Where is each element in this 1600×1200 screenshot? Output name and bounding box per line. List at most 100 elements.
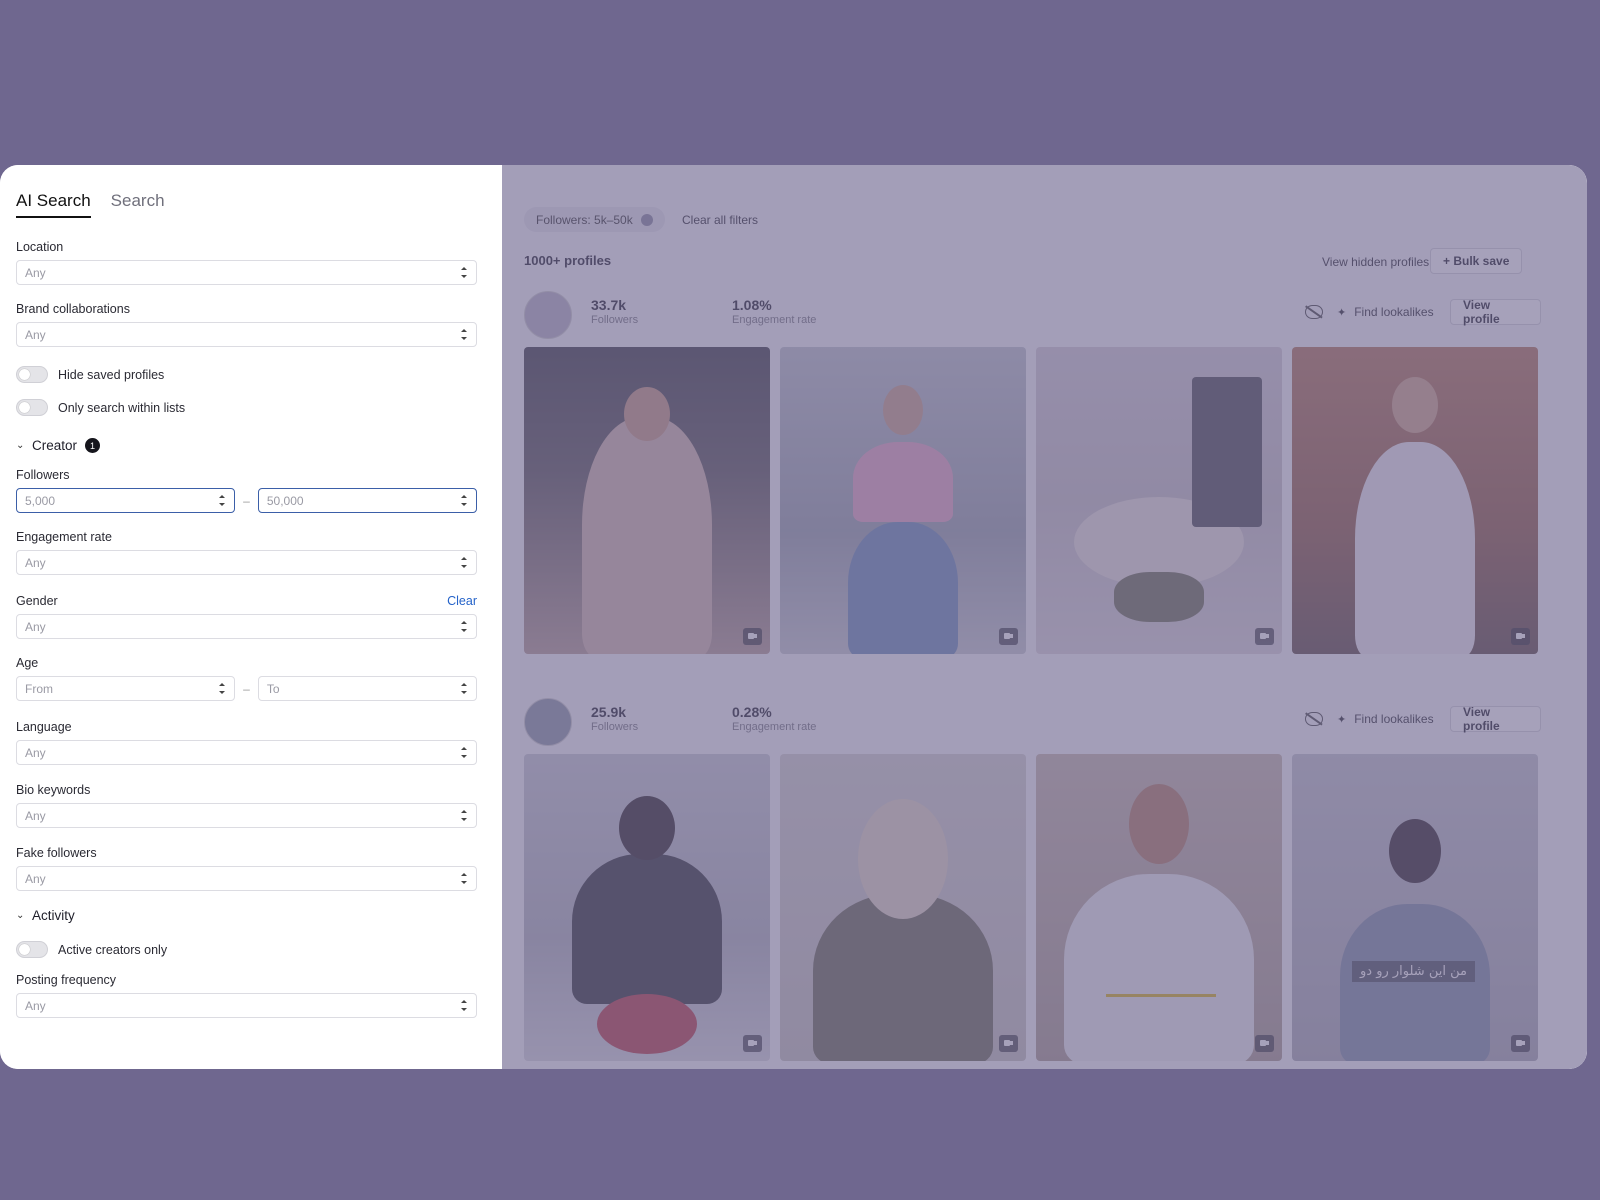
bio-label: Bio keywords — [16, 783, 91, 797]
gender-select[interactable]: Any — [16, 614, 477, 639]
person-head — [1392, 377, 1438, 433]
find-lookalikes-label: Find lookalikes — [1354, 305, 1434, 319]
followers-filter-chip: Followers: 5k–50k — [524, 207, 665, 232]
post-thumbnail[interactable]: من این شلوار رو دو — [1292, 754, 1538, 1061]
person-sweater — [1340, 904, 1490, 1061]
post-thumbnail[interactable] — [524, 754, 770, 1061]
gender-clear-link[interactable]: Clear — [447, 594, 477, 608]
avatar[interactable] — [524, 698, 572, 746]
video-icon — [999, 1035, 1018, 1052]
engagement-label: Engagement rate — [16, 530, 112, 544]
post-thumbnail[interactable] — [1036, 754, 1282, 1061]
brand-label: Brand collaborations — [16, 302, 130, 316]
engagement-stat: 0.28% Engagement rate — [732, 704, 816, 733]
creator-section-header[interactable]: ⌄ Creator 1 — [16, 438, 101, 453]
post-grid — [524, 347, 1538, 654]
sparkle-icon: ✦ — [1337, 713, 1347, 726]
fake-followers-filter: Fake followers Any — [16, 846, 477, 891]
language-select[interactable]: Any — [16, 740, 477, 765]
results-panel: Followers: 5k–50k Clear all filters 1000… — [502, 165, 1587, 1069]
hide-profile-eye-off-icon[interactable] — [1305, 712, 1323, 726]
only-lists-row: Only search within lists — [16, 399, 185, 416]
activity-section-header[interactable]: ⌄ Activity — [16, 908, 75, 923]
gender-filter: Gender Clear Any — [16, 594, 477, 639]
view-hidden-profiles-link[interactable]: View hidden profiles — [1322, 255, 1429, 269]
followers-stat: 25.9k Followers — [591, 704, 638, 733]
progress-line — [1106, 994, 1216, 997]
language-label: Language — [16, 720, 72, 734]
post-thumbnail[interactable] — [780, 754, 1026, 1061]
sort-caret-icon — [460, 557, 468, 568]
range-dash: – — [243, 493, 250, 508]
sort-caret-icon — [218, 683, 226, 694]
view-profile-button[interactable]: View profile — [1450, 298, 1541, 326]
post-thumbnail[interactable] — [1036, 347, 1282, 654]
profile-card: 25.9k Followers 0.28% Engagement rate ✦ … — [524, 698, 1541, 1068]
creator-filter-count-badge: 1 — [85, 438, 101, 453]
remove-chip-icon[interactable] — [640, 213, 653, 226]
clear-all-filters-link[interactable]: Clear all filters — [682, 213, 758, 227]
sort-caret-icon — [460, 495, 468, 506]
video-icon — [1255, 628, 1274, 645]
person-figure — [582, 417, 712, 654]
active-only-row: Active creators only — [16, 941, 167, 958]
followers-stat: 33.7k Followers — [591, 297, 638, 326]
followers-label: Followers — [591, 721, 639, 733]
hide-saved-toggle[interactable] — [16, 366, 48, 383]
find-lookalikes-button[interactable]: ✦ Find lookalikes — [1337, 305, 1434, 319]
hide-saved-label: Hide saved profiles — [58, 367, 165, 382]
sort-caret-icon — [460, 873, 468, 884]
coffee-machine — [1192, 377, 1262, 527]
age-to-select[interactable]: To — [257, 676, 477, 701]
person-head — [619, 796, 675, 860]
person-headscarf — [858, 799, 948, 919]
post-thumbnail[interactable] — [780, 347, 1026, 654]
profile-card: 33.7k Followers 1.08% Engagement rate ✦ … — [524, 291, 1541, 661]
video-caption: من این شلوار رو دو — [1352, 961, 1475, 982]
person-top — [853, 442, 953, 522]
search-tabs: AI Search Search — [16, 191, 165, 218]
active-only-label: Active creators only — [58, 942, 168, 957]
active-only-toggle[interactable] — [16, 941, 48, 958]
fruit-bowl — [597, 994, 697, 1054]
find-lookalikes-button[interactable]: ✦ Find lookalikes — [1337, 712, 1434, 726]
post-thumbnail[interactable] — [1292, 347, 1538, 654]
brand-select[interactable]: Any — [16, 322, 477, 347]
bio-select[interactable]: Any — [16, 803, 477, 828]
posting-frequency-label: Posting frequency — [16, 973, 117, 987]
filter-sidebar: AI Search Search Location Any Brand coll… — [0, 165, 502, 1069]
location-select[interactable]: Any — [16, 260, 477, 285]
age-from-select[interactable]: From — [16, 676, 236, 701]
range-dash: – — [243, 681, 250, 696]
engagement-select[interactable]: Any — [16, 550, 477, 575]
engagement-filter: Engagement rate Any — [16, 530, 477, 575]
tab-search[interactable]: Search — [111, 191, 165, 218]
age-label: Age — [16, 656, 39, 670]
app-window: AI Search Search Location Any Brand coll… — [0, 165, 1587, 1069]
tab-ai-search[interactable]: AI Search — [16, 191, 91, 218]
person-tshirt — [1064, 874, 1254, 1061]
sparkle-icon: ✦ — [1337, 306, 1347, 319]
only-lists-toggle[interactable] — [16, 399, 48, 416]
bulk-save-button[interactable]: + Bulk save — [1430, 248, 1523, 274]
followers-max-input[interactable]: 50,000 — [257, 488, 477, 513]
view-profile-button[interactable]: View profile — [1450, 705, 1541, 733]
chevron-down-icon: ⌄ — [16, 910, 25, 921]
age-filter: Age From – To — [16, 656, 477, 701]
person-head — [624, 387, 670, 441]
followers-min-input[interactable]: 5,000 — [16, 488, 236, 513]
engagement-value: 0.28% — [732, 704, 772, 720]
followers-filter: Followers 5,000 – 50,000 — [16, 468, 477, 513]
followers-value: 25.9k — [591, 704, 627, 720]
sort-caret-icon — [218, 495, 226, 506]
person-figure — [572, 854, 722, 1004]
video-icon — [1511, 628, 1530, 645]
posting-frequency-select[interactable]: Any — [16, 993, 477, 1018]
fake-followers-select[interactable]: Any — [16, 866, 477, 891]
hide-saved-row: Hide saved profiles — [16, 366, 164, 383]
post-thumbnail[interactable] — [524, 347, 770, 654]
person-head — [1389, 819, 1441, 883]
avatar[interactable] — [524, 291, 572, 339]
video-icon — [743, 628, 762, 645]
hide-profile-eye-off-icon[interactable] — [1305, 305, 1323, 319]
